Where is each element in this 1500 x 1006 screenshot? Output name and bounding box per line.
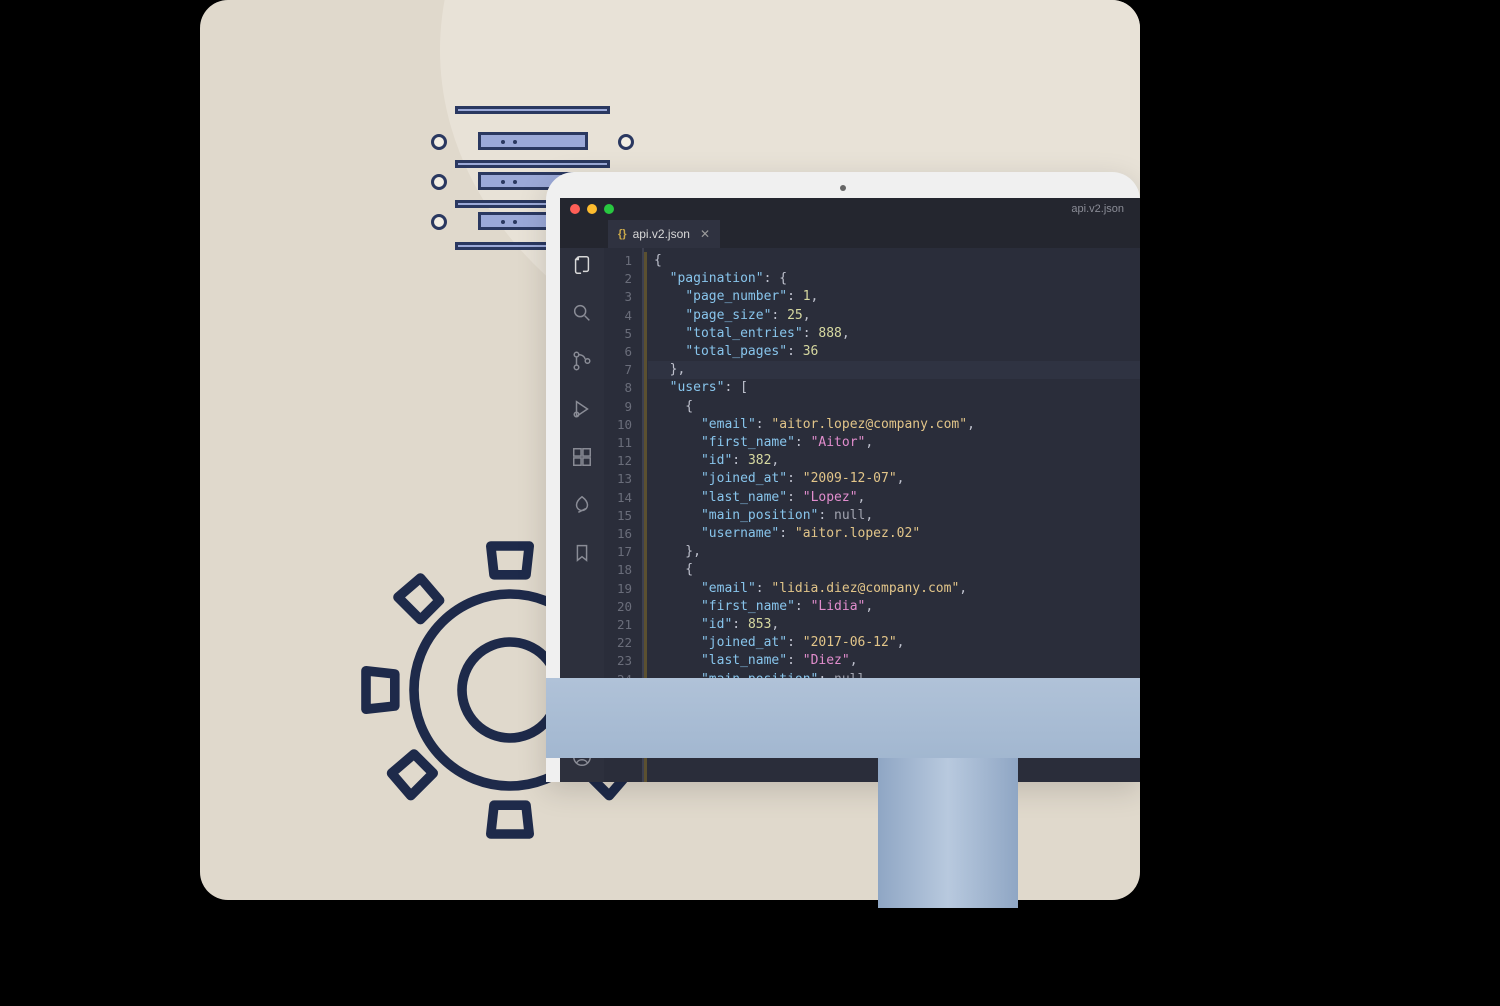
window-titlebar: api.v2.json	[560, 198, 1140, 220]
tab-filename: api.v2.json	[633, 227, 690, 241]
close-window-button[interactable]	[570, 204, 580, 214]
run-debug-icon[interactable]	[571, 398, 593, 420]
maximize-window-button[interactable]	[604, 204, 614, 214]
tab-bar: {} api.v2.json ✕	[560, 220, 1140, 248]
window-controls	[570, 204, 614, 214]
json-file-icon: {}	[618, 228, 627, 240]
explorer-icon[interactable]	[571, 254, 593, 276]
camera-icon	[840, 185, 846, 191]
search-icon[interactable]	[571, 302, 593, 324]
bookmark-icon[interactable]	[571, 542, 593, 564]
live-share-icon[interactable]	[571, 494, 593, 516]
extensions-icon[interactable]	[571, 446, 593, 468]
source-control-icon[interactable]	[571, 350, 593, 372]
monitor-chin	[546, 678, 1140, 758]
editor-tab[interactable]: {} api.v2.json ✕	[608, 220, 720, 248]
monitor-stand	[878, 758, 1018, 908]
close-tab-button[interactable]: ✕	[700, 227, 710, 241]
minimize-window-button[interactable]	[587, 204, 597, 214]
window-title: api.v2.json	[1071, 203, 1124, 215]
